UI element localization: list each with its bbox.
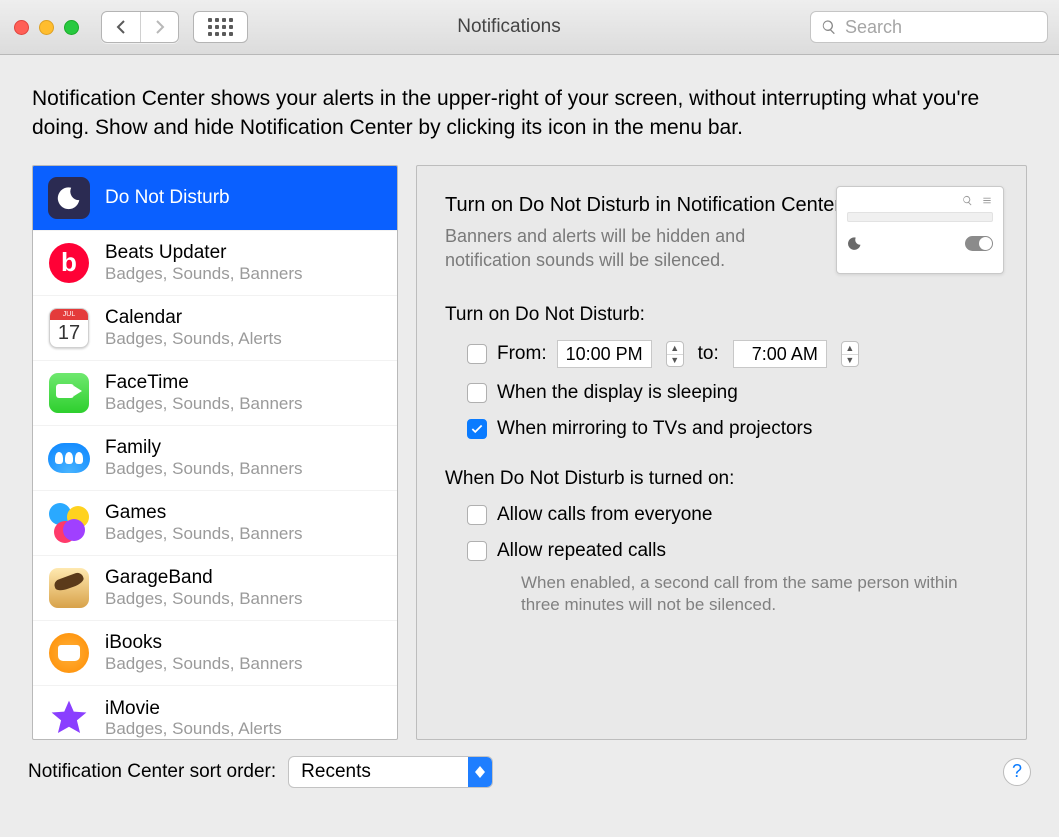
game-center-icon	[49, 503, 89, 543]
sidebar-item-sub: Badges, Sounds, Alerts	[105, 329, 282, 349]
detail-hint: Banners and alerts will be hidden and no…	[445, 224, 815, 273]
sidebar-item-sub: Badges, Sounds, Banners	[105, 654, 303, 674]
to-label: to:	[698, 343, 719, 365]
chevrons-icon	[468, 757, 492, 787]
sidebar-item-ibooks[interactable]: iBooks Badges, Sounds, Banners	[33, 621, 397, 686]
sidebar-item-sub: Badges, Sounds, Banners	[105, 394, 303, 414]
pane-description: Notification Center shows your alerts in…	[0, 55, 1059, 165]
sidebar-item-label: iMovie	[105, 698, 282, 720]
to-time-field[interactable]: 7:00 AM	[733, 340, 827, 368]
back-button[interactable]	[102, 12, 140, 42]
opt-label: Allow repeated calls	[497, 540, 666, 562]
repeated-calls-hint: When enabled, a second call from the sam…	[467, 572, 998, 616]
sidebar-item-label: GarageBand	[105, 567, 303, 589]
checkbox-allow-repeated[interactable]	[467, 541, 487, 561]
stepper-up[interactable]: ▲	[667, 342, 683, 354]
sidebar-item-label: Do Not Disturb	[105, 187, 230, 209]
close-window-button[interactable]	[14, 20, 29, 35]
forward-button[interactable]	[140, 12, 178, 42]
section-label: When Do Not Disturb is turned on:	[445, 468, 998, 490]
help-button[interactable]: ?	[1003, 758, 1031, 786]
sidebar-item-label: FaceTime	[105, 372, 303, 394]
search-icon	[821, 18, 837, 36]
nav-buttons	[101, 11, 179, 43]
sidebar-item-label: Games	[105, 502, 303, 524]
window-controls	[14, 20, 79, 35]
moon-icon	[48, 177, 90, 219]
ibooks-icon	[49, 633, 89, 673]
from-time-stepper[interactable]: ▲ ▼	[666, 341, 684, 367]
sort-order-value: Recents	[301, 761, 371, 783]
sidebar-item-imovie[interactable]: iMovie Badges, Sounds, Alerts	[33, 686, 397, 740]
sidebar-item-facetime[interactable]: FaceTime Badges, Sounds, Banners	[33, 361, 397, 426]
window-title: Notifications	[218, 16, 800, 38]
zoom-window-button[interactable]	[64, 20, 79, 35]
search-field[interactable]	[810, 11, 1048, 43]
facetime-icon	[49, 373, 89, 413]
to-time-stepper[interactable]: ▲ ▼	[841, 341, 859, 367]
beats-icon: b	[49, 243, 89, 283]
stepper-down[interactable]: ▼	[667, 354, 683, 366]
opt-label: When mirroring to TVs and projectors	[497, 418, 812, 440]
sort-order-select[interactable]: Recents	[288, 756, 493, 788]
sidebar-item-label: Calendar	[105, 307, 282, 329]
sidebar-item-sub: Badges, Sounds, Banners	[105, 524, 303, 544]
list-icon	[981, 195, 993, 206]
checkbox-schedule[interactable]	[467, 344, 487, 364]
imovie-icon	[49, 698, 89, 738]
section-label: Turn on Do Not Disturb:	[445, 304, 998, 326]
app-list[interactable]: Do Not Disturb b Beats Updater Badges, S…	[32, 165, 398, 740]
sidebar-item-label: iBooks	[105, 632, 303, 654]
sidebar-item-sub: Badges, Sounds, Banners	[105, 264, 303, 284]
titlebar: Notifications	[0, 0, 1059, 55]
sidebar-item-label: Family	[105, 437, 303, 459]
sidebar-item-beats-updater[interactable]: b Beats Updater Badges, Sounds, Banners	[33, 231, 397, 296]
toggle-icon	[965, 236, 993, 251]
moon-icon	[847, 236, 862, 251]
sidebar-item-label: Beats Updater	[105, 242, 303, 264]
from-label: From:	[497, 343, 547, 365]
sidebar-item-calendar[interactable]: JUL 17 Calendar Badges, Sounds, Alerts	[33, 296, 397, 361]
opt-label: Allow calls from everyone	[497, 504, 712, 526]
stepper-down[interactable]: ▼	[842, 354, 858, 366]
search-icon	[962, 195, 973, 206]
sidebar-item-do-not-disturb[interactable]: Do Not Disturb	[33, 166, 397, 231]
sidebar-item-family[interactable]: Family Badges, Sounds, Banners	[33, 426, 397, 491]
stepper-up[interactable]: ▲	[842, 342, 858, 354]
sort-order-label: Notification Center sort order:	[28, 761, 276, 783]
checkbox-display-sleeping[interactable]	[467, 383, 487, 403]
detail-pane: Turn on Do Not Disturb in Notification C…	[416, 165, 1027, 740]
sidebar-item-garageband[interactable]: GarageBand Badges, Sounds, Banners	[33, 556, 397, 621]
minimize-window-button[interactable]	[39, 20, 54, 35]
sidebar-item-sub: Badges, Sounds, Banners	[105, 459, 303, 479]
search-input[interactable]	[845, 17, 1037, 38]
family-icon	[48, 443, 90, 473]
sidebar-item-sub: Badges, Sounds, Banners	[105, 589, 303, 609]
notification-center-preview	[836, 186, 1004, 274]
checkbox-mirroring[interactable]	[467, 419, 487, 439]
sidebar-item-sub: Badges, Sounds, Alerts	[105, 719, 282, 739]
checkbox-allow-everyone[interactable]	[467, 505, 487, 525]
sidebar-item-games[interactable]: Games Badges, Sounds, Banners	[33, 491, 397, 556]
calendar-icon: JUL 17	[49, 308, 89, 348]
from-time-field[interactable]: 10:00 PM	[557, 340, 652, 368]
garageband-icon	[49, 568, 89, 608]
opt-label: When the display is sleeping	[497, 382, 738, 404]
